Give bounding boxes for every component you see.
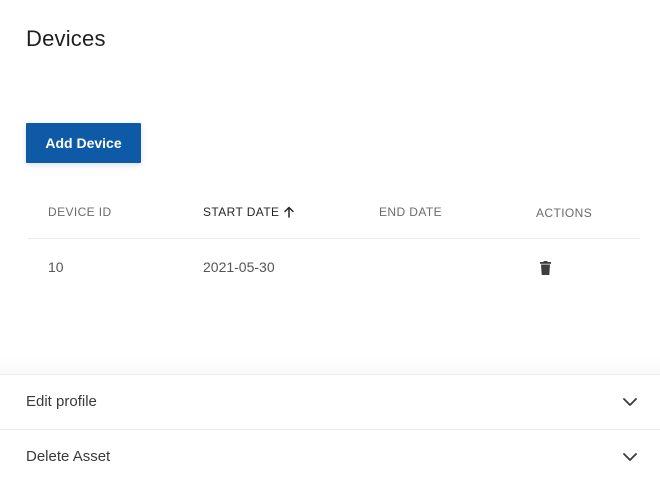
column-header-actions: ACTIONS [536, 206, 592, 220]
chevron-down-icon [623, 453, 637, 461]
column-header-label: ACTIONS [536, 206, 593, 220]
cell-device-id: 10 [48, 259, 64, 275]
column-header-label: DEVICE ID [48, 205, 112, 219]
column-header-device-id[interactable]: DEVICE ID [48, 205, 112, 219]
add-device-button[interactable]: Add Device [26, 123, 141, 163]
column-header-label: END DATE [379, 205, 442, 219]
column-header-start-date[interactable]: START DATE [203, 205, 296, 219]
delete-device-button[interactable] [538, 260, 552, 276]
sort-ascending-icon [284, 206, 295, 218]
delete-asset-panel[interactable]: Delete Asset [0, 429, 660, 479]
panel-label: Edit profile [26, 393, 97, 410]
devices-page: Devices Add Device DEVICE ID START DATE … [0, 0, 660, 479]
cell-start-date: 2021-05-30 [203, 259, 275, 275]
column-header-label: START DATE [203, 205, 280, 219]
chevron-down-icon [623, 398, 637, 406]
table-row: 10 2021-05-30 [28, 239, 640, 297]
page-title: Devices [26, 26, 106, 51]
section-divider-shadow [0, 355, 660, 375]
panel-label: Delete Asset [26, 448, 111, 465]
column-header-end-date[interactable]: END DATE [379, 205, 442, 219]
devices-table: DEVICE ID START DATE END DATE ACTIONS 10… [28, 190, 640, 297]
trash-icon [539, 261, 551, 275]
table-header: DEVICE ID START DATE END DATE ACTIONS [28, 190, 640, 239]
edit-profile-panel[interactable]: Edit profile [0, 374, 660, 429]
